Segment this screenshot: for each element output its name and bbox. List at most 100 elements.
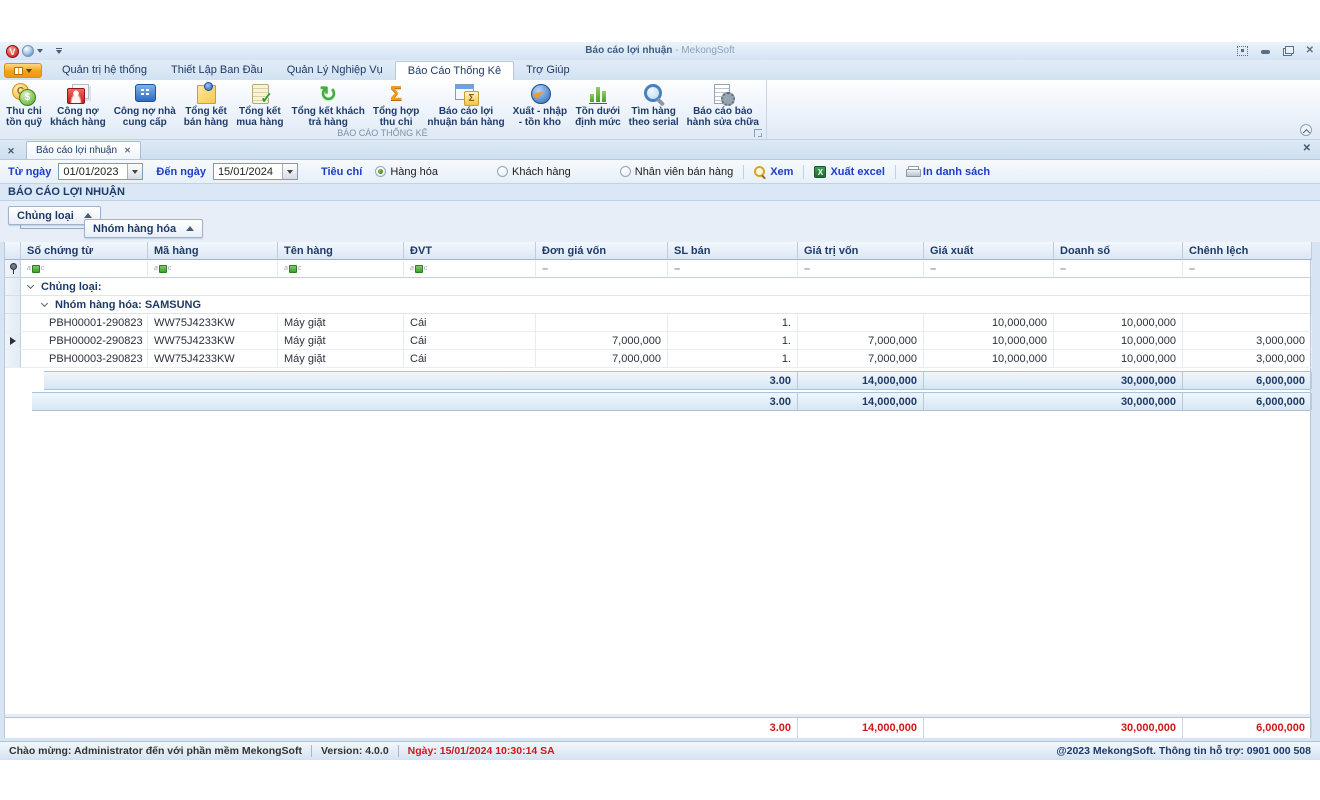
column-header[interactable]: Chênh lệch — [1183, 242, 1312, 260]
ribbon-button-tim-hang-theo-serial[interactable]: Tìm hàngtheo serial — [625, 80, 683, 128]
table-row[interactable]: PBH00002-290823 WW75J4233KW Máy giặt Cái… — [5, 332, 1310, 350]
cell: PBH00002-290823 — [21, 332, 148, 350]
status-bar: Chào mừng: Administrator đến với phần mề… — [0, 741, 1320, 760]
footer-revenue: 30,000,000 — [1054, 372, 1183, 389]
radio-icon — [497, 166, 508, 177]
column-header[interactable]: Doanh số — [1054, 242, 1183, 260]
ribbon-tab-quan-ly-nghiep-vu[interactable]: Quản Lý Nghiệp Vụ — [275, 61, 395, 80]
footer-cost: 14,000,000 — [798, 372, 924, 389]
cell: Cái — [404, 314, 536, 332]
filter-cell[interactable]: ac — [404, 260, 536, 278]
footer-qty: 3.00 — [668, 372, 798, 389]
focused-row-indicator — [5, 332, 21, 350]
print-list-button[interactable]: In danh sách — [906, 166, 990, 178]
column-header[interactable]: ĐVT — [404, 242, 536, 260]
group-row-chung-loai[interactable]: Chủng loại: — [5, 278, 1310, 296]
to-date-dropdown-icon[interactable] — [282, 164, 297, 179]
view-button[interactable]: Xem — [754, 166, 793, 178]
column-header[interactable]: Mã hàng — [148, 242, 278, 260]
close-panel-icon[interactable]: ✕ — [1303, 143, 1311, 154]
ribbon-button-bao-cao-loi-nhuan-ban-hang[interactable]: Báo cáo lợinhuận bán hàng — [423, 80, 508, 128]
column-header[interactable]: SL bán — [668, 242, 798, 260]
filter-cell[interactable]: – — [924, 260, 1054, 278]
column-header[interactable]: Số chứng từ — [21, 242, 148, 260]
export-excel-button[interactable]: X Xuất excel — [814, 166, 884, 178]
column-header[interactable]: Đơn giá vốn — [536, 242, 668, 260]
profit-report-icon — [453, 82, 479, 106]
ribbon-tab-row: Quản trị hệ thống Thiết Lập Ban Đầu Quản… — [0, 60, 1320, 80]
ribbon-button-thu-chi-ton-quy[interactable]: Thu chitồn quỹ — [2, 80, 46, 128]
ribbon-button-cong-no-khach-hang[interactable]: Công nợkhách hàng — [46, 80, 110, 128]
minimize-icon[interactable] — [1260, 46, 1271, 56]
cell: 7,000,000 — [798, 332, 924, 350]
collapse-chevron-icon[interactable] — [27, 281, 34, 288]
cell: 1. — [668, 350, 798, 368]
quick-access-customize-icon[interactable] — [56, 48, 62, 54]
from-date-input[interactable] — [59, 164, 127, 179]
document-tab[interactable]: Báo cáo lợi nhuận ✕ — [26, 141, 141, 159]
filter-cell[interactable]: ac — [278, 260, 404, 278]
row-indicator — [5, 314, 21, 332]
radio-khach-hang[interactable]: Khách hàng — [497, 166, 571, 178]
filter-cell[interactable]: – — [668, 260, 798, 278]
column-header[interactable]: Giá trị vốn — [798, 242, 924, 260]
filter-cell[interactable]: – — [798, 260, 924, 278]
ribbon-button-ton-duoi-dinh-muc[interactable]: Tồn dướiđịnh mức — [571, 80, 625, 128]
row-indicator — [5, 278, 21, 296]
cell: 7,000,000 — [536, 350, 668, 368]
skin-sphere-icon[interactable] — [22, 45, 34, 57]
ribbon-tab-tro-giup[interactable]: Trợ Giúp — [514, 61, 581, 80]
group-connector — [20, 225, 84, 229]
application-menu-button[interactable] — [4, 63, 42, 78]
radio-hang-hoa[interactable]: Hàng hóa — [375, 166, 438, 178]
collapse-chevron-icon[interactable] — [41, 299, 48, 306]
warranty-report-icon — [710, 82, 736, 106]
filter-cell[interactable]: – — [1054, 260, 1183, 278]
ribbon-button-bao-cao-bao-hanh-sua-chua[interactable]: Báo cáo bảohành sửa chữa — [683, 80, 763, 128]
close-tab-icon[interactable]: ✕ — [124, 146, 131, 155]
footer-revenue: 30,000,000 — [1054, 393, 1183, 410]
dialog-launcher-icon[interactable] — [754, 129, 762, 137]
column-header[interactable]: Giá xuất — [924, 242, 1054, 260]
footer-diff: 6,000,000 — [1183, 372, 1312, 389]
ribbon-button-tong-ket-mua-hang[interactable]: Tổng kếtmua hàng — [232, 80, 287, 128]
cell: Máy giặt — [278, 350, 404, 368]
from-date-editor — [58, 163, 143, 180]
sort-ascending-icon — [84, 213, 92, 218]
ribbon-tab-bao-cao-thong-ke[interactable]: Báo Cáo Thống Kê — [395, 61, 514, 80]
to-date-input[interactable] — [214, 164, 282, 179]
ribbon-button-tong-ket-ban-hang[interactable]: Tổng kếtbán hàng — [180, 80, 232, 128]
column-header[interactable]: Tên hàng — [278, 242, 404, 260]
window-title-suffix: - MekongSoft — [675, 45, 734, 56]
ribbon-button-cong-no-nha-cung-cap[interactable]: Công nợ nhàcung cấp — [110, 80, 180, 128]
close-icon[interactable]: ✕ — [1306, 46, 1314, 56]
filter-cell[interactable]: – — [1183, 260, 1312, 278]
sales-note-icon — [193, 82, 219, 106]
table-row[interactable]: PBH00003-290823 WW75J4233KW Máy giặt Cái… — [5, 350, 1310, 368]
ribbon-tab-quan-tri-he-thong[interactable]: Quản trị hệ thống — [50, 61, 159, 80]
cell: 10,000,000 — [924, 350, 1054, 368]
ribbon-tab-thiet-lap-ban-dau[interactable]: Thiết Lập Ban Đầu — [159, 61, 275, 80]
filter-cell[interactable]: ac — [21, 260, 148, 278]
ribbon-collapse-icon[interactable] — [1300, 124, 1312, 136]
table-row[interactable]: PBH00001-290823 WW75J4233KW Máy giặt Cái… — [5, 314, 1310, 332]
filter-cell[interactable]: ac — [148, 260, 278, 278]
ribbon: Thu chitồn quỹ Công nợkhách hàng Công nợ… — [0, 80, 1320, 140]
radio-nhan-vien-ban-hang[interactable]: Nhân viên bán hàng — [620, 166, 733, 178]
fullscreen-icon[interactable] — [1237, 46, 1248, 56]
group-row-nhom-hang-hoa[interactable]: Nhóm hàng hóa: SAMSUNG — [5, 296, 1310, 314]
ribbon-button-xuat-nhap-ton-kho[interactable]: Xuất - nhập- tồn kho — [509, 80, 571, 128]
ribbon-button-tong-hop-thu-chi[interactable]: Σ Tổng hợpthu chi — [369, 80, 424, 128]
indicator-header — [5, 242, 21, 260]
cell: Cái — [404, 350, 536, 368]
from-date-dropdown-icon[interactable] — [127, 164, 142, 179]
close-document-icon[interactable]: ✕ — [0, 143, 22, 159]
filter-cell[interactable]: – — [536, 260, 668, 278]
cell: 10,000,000 — [1054, 332, 1183, 350]
criteria-label: Tiêu chí — [321, 166, 362, 178]
ribbon-button-tong-ket-khach-tra-hang[interactable]: ↻ Tổng kết kháchtrả hàng — [287, 80, 368, 128]
page-title: BÁO CÁO LỢI NHUẬN — [0, 184, 1320, 201]
app-logo-icon[interactable]: V — [6, 45, 19, 58]
restore-icon[interactable] — [1283, 46, 1294, 56]
group-by-nhom-hang-hoa[interactable]: Nhóm hàng hóa — [84, 219, 203, 238]
